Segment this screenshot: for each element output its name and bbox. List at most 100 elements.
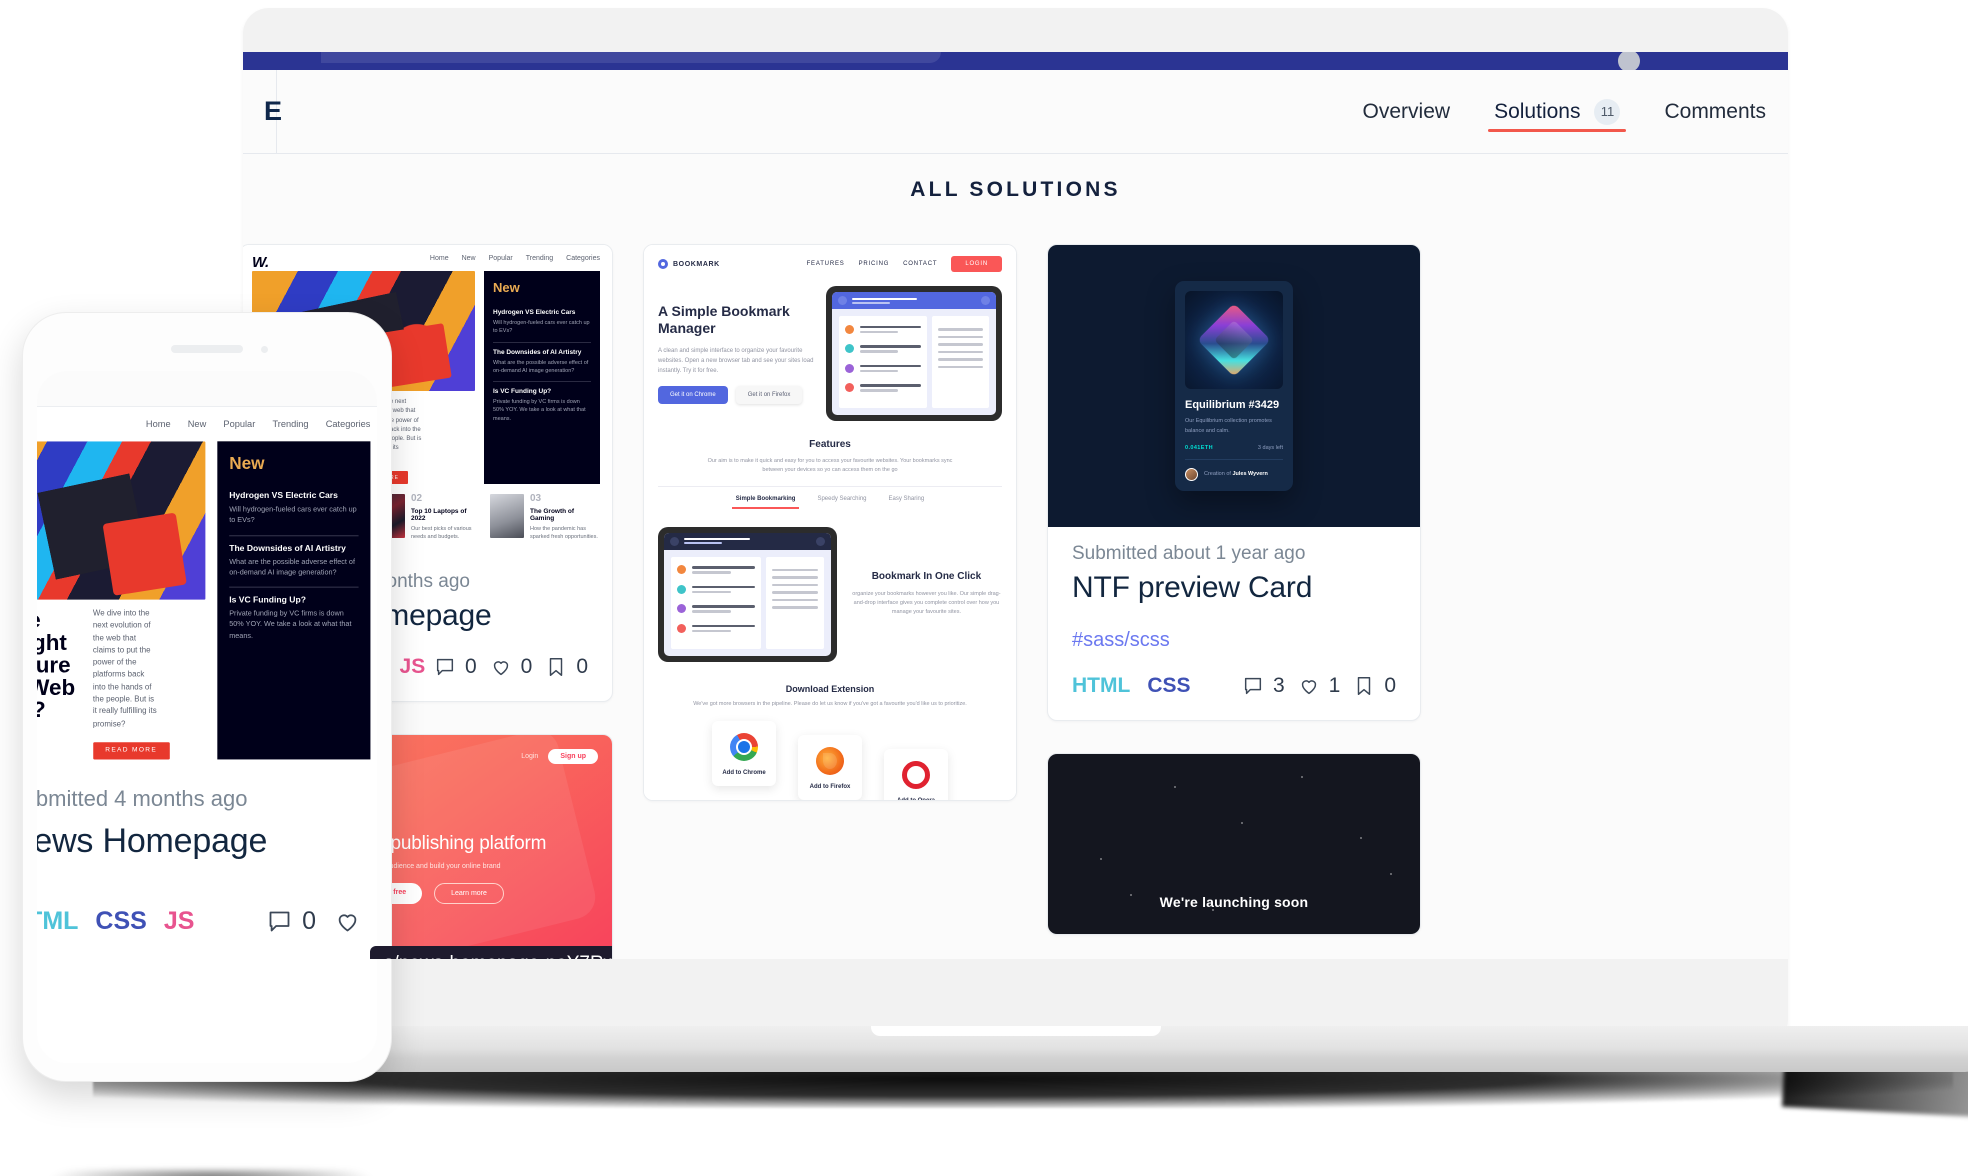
comment-stat[interactable]: 0 bbox=[434, 655, 477, 679]
bm-browser-card-chrome[interactable]: Add to Chrome bbox=[712, 720, 776, 786]
bookmark-stat[interactable]: 0 bbox=[545, 655, 588, 679]
card-tag[interactable]: #sass/scss bbox=[1072, 629, 1396, 652]
news-sidebar-item[interactable]: The Downsides of AI Artistry What are th… bbox=[229, 536, 359, 588]
bookmark-count: 0 bbox=[576, 654, 588, 678]
news-bottom-num: 02 bbox=[411, 493, 423, 505]
like-stat[interactable]: 0 bbox=[490, 654, 533, 679]
lang-html: HTML bbox=[37, 906, 79, 935]
topbar-sheen bbox=[321, 52, 941, 63]
news-sidebar: New Hydrogen VS Electric Cars Will hydro… bbox=[484, 271, 600, 485]
like-stat[interactable] bbox=[334, 908, 361, 935]
news-bottom-item[interactable]: 03 The Growth of Gaming How the pandemic… bbox=[490, 494, 600, 543]
card-stats: 3 1 0 bbox=[1242, 674, 1396, 698]
news-bottom-text: 02 Top 10 Laptops of 2022 Our best picks… bbox=[411, 494, 481, 543]
news-sidebar-item[interactable]: Is VC Funding Up? Private funding by VC … bbox=[229, 588, 358, 650]
tab-overview[interactable]: Overview bbox=[1341, 70, 1473, 153]
tab-comments[interactable]: Comments bbox=[1642, 70, 1788, 153]
solution-card-nft-preview[interactable]: Equilibrium #3429 Our Equilibrium collec… bbox=[1047, 244, 1421, 721]
news-headline: The Bright Future of Web 3.0? bbox=[37, 609, 76, 721]
like-count: 1 bbox=[1328, 674, 1341, 697]
nft-artwork bbox=[1185, 291, 1283, 390]
news-left: The Bright Future of Web 3.0? We dive in… bbox=[37, 441, 206, 760]
phone-camera bbox=[261, 346, 268, 353]
bm-nav-pricing[interactable]: PRICING bbox=[859, 261, 890, 267]
pub-login-link[interactable]: Login bbox=[521, 753, 538, 760]
comment-stat[interactable]: 0 bbox=[266, 907, 316, 936]
card-title[interactable]: NTF preview Card bbox=[1072, 571, 1396, 605]
bm-tab-simple-bookmarking[interactable]: Simple Bookmarking bbox=[731, 496, 800, 509]
news-bottom-num: 03 bbox=[530, 493, 542, 505]
news-sidebar-item-title: Is VC Funding Up? bbox=[493, 388, 552, 395]
news-bottom-title: Top 10 Laptops of 2022 bbox=[411, 508, 467, 523]
card-title[interactable]: News Homepage bbox=[37, 822, 361, 861]
bm-chrome-button[interactable]: Get it on Chrome bbox=[658, 386, 728, 405]
card-thumbnail: BOOKMARK FEATURES PRICING CONTACT LOGIN bbox=[644, 245, 1016, 800]
nft-meta-row: 0.041ETH 3 days left bbox=[1185, 445, 1283, 460]
news-sidebar-item[interactable]: Hydrogen VS Electric Cars Will hydrogen-… bbox=[229, 484, 359, 536]
news-sidebar-item-title: The Downsides of AI Artistry bbox=[229, 543, 346, 553]
bm-login-button[interactable]: LOGIN bbox=[951, 256, 1002, 272]
brand-logo[interactable]: E bbox=[243, 70, 282, 153]
news-sidebar-item-desc: Private funding by VC firms is down 50% … bbox=[493, 399, 586, 422]
site-navbar: E Overview Solutions 11 Comments bbox=[243, 70, 1788, 154]
solution-card-launching-soon[interactable]: We're launching soon bbox=[1047, 753, 1421, 935]
news-nav-item: Categories bbox=[566, 255, 600, 262]
news-sidebar-item[interactable]: The Downsides of AI Artistry What are th… bbox=[493, 343, 591, 382]
heart-icon bbox=[1301, 680, 1316, 695]
news-sidebar-item-desc: Private funding by VC firms is down 50% … bbox=[229, 610, 352, 640]
comment-stat[interactable]: 3 bbox=[1242, 674, 1285, 698]
news-bottom-desc: Our best picks of various needs and budg… bbox=[411, 526, 472, 541]
news-sidebar-item-desc: What are the possible adverse effect of … bbox=[493, 359, 589, 374]
lang-css: CSS bbox=[95, 906, 147, 935]
phone-solution-card[interactable]: W. Home New Popular Trending Categories bbox=[37, 407, 377, 958]
news-bottom-thumb bbox=[490, 494, 524, 539]
news-sidebar-item[interactable]: Is VC Funding Up? Private funding by VC … bbox=[493, 382, 591, 429]
lang-css: CSS bbox=[1147, 674, 1191, 697]
tab-solutions[interactable]: Solutions 11 bbox=[1472, 70, 1642, 153]
bm-nav-contact[interactable]: CONTACT bbox=[903, 261, 937, 267]
bm-nav-features[interactable]: FEATURES bbox=[807, 261, 845, 267]
grid-column-2: BOOKMARK FEATURES PRICING CONTACT LOGIN bbox=[643, 244, 1017, 959]
tab-overview-label: Overview bbox=[1362, 99, 1451, 123]
like-count: 0 bbox=[520, 654, 533, 678]
like-stat[interactable]: 1 bbox=[1298, 674, 1341, 698]
screenshot-root: E Overview Solutions 11 Comments ALL SOL… bbox=[0, 0, 1968, 1176]
bm-download-sub: We've got more browsers in the pipeline.… bbox=[693, 700, 967, 707]
bm-features-title: Features bbox=[809, 439, 851, 450]
nft-title: Equilibrium #3429 bbox=[1185, 399, 1280, 412]
nft-creator-row: Creation of Jules Wyvern bbox=[1185, 467, 1283, 481]
news-read-more-button[interactable]: READ MORE bbox=[92, 742, 170, 760]
heart-icon bbox=[493, 661, 508, 675]
bm-firefox-button[interactable]: Get it on Firefox bbox=[735, 386, 803, 405]
bm-features-section: Features Our aim is to make it quick and… bbox=[644, 421, 1016, 519]
chrome-icon bbox=[730, 732, 758, 761]
avatar[interactable] bbox=[1618, 52, 1640, 72]
bm-browser-card-opera[interactable]: Add to Opera bbox=[884, 748, 948, 800]
bm-cta-group: Get it on Chrome Get it on Firefox bbox=[658, 386, 816, 405]
bookmark-stat[interactable]: 0 bbox=[1353, 674, 1396, 698]
news-logo: W. bbox=[252, 254, 270, 271]
bm-tab-speedy-searching[interactable]: Speedy Searching bbox=[817, 496, 866, 509]
news-main: The Bright Future of Web 3.0? We dive in… bbox=[37, 441, 371, 760]
news-sidebar-item[interactable]: Hydrogen VS Electric Cars Will hydrogen-… bbox=[493, 303, 591, 343]
comment-icon bbox=[436, 658, 454, 675]
bm-hero-text: A Simple Bookmark Manager A clean and si… bbox=[658, 303, 816, 405]
pub-learn-more-button[interactable]: Learn more bbox=[434, 882, 504, 904]
card-body: Submitted 4 months ago News Homepage HTM… bbox=[37, 760, 377, 958]
grid-column-3: Equilibrium #3429 Our Equilibrium collec… bbox=[1047, 244, 1421, 959]
nft-days-left: 3 days left bbox=[1257, 444, 1283, 451]
firefox-icon bbox=[816, 746, 844, 775]
bookmark-logo[interactable]: BOOKMARK bbox=[658, 259, 720, 269]
card-languages: HTML CSS bbox=[1072, 674, 1191, 698]
solution-card-bookmark-manager[interactable]: BOOKMARK FEATURES PRICING CONTACT LOGIN bbox=[643, 244, 1017, 801]
tab-solutions-badge: 11 bbox=[1594, 98, 1621, 125]
news-sidebar-item-title: Hydrogen VS Electric Cars bbox=[229, 491, 338, 501]
news-sidebar-item-title: The Downsides of AI Artistry bbox=[493, 348, 582, 356]
news-hero-image bbox=[37, 441, 206, 600]
bm-browser-card-firefox[interactable]: Add to Firefox bbox=[798, 734, 862, 800]
bookmark-logo-icon bbox=[658, 259, 668, 269]
bm-tab-easy-sharing[interactable]: Easy Sharing bbox=[889, 496, 925, 509]
card-stats: 0 0 0 bbox=[434, 655, 588, 679]
pub-signup-button[interactable]: Sign up bbox=[548, 748, 598, 764]
card-thumbnail: We're launching soon bbox=[1048, 754, 1420, 934]
